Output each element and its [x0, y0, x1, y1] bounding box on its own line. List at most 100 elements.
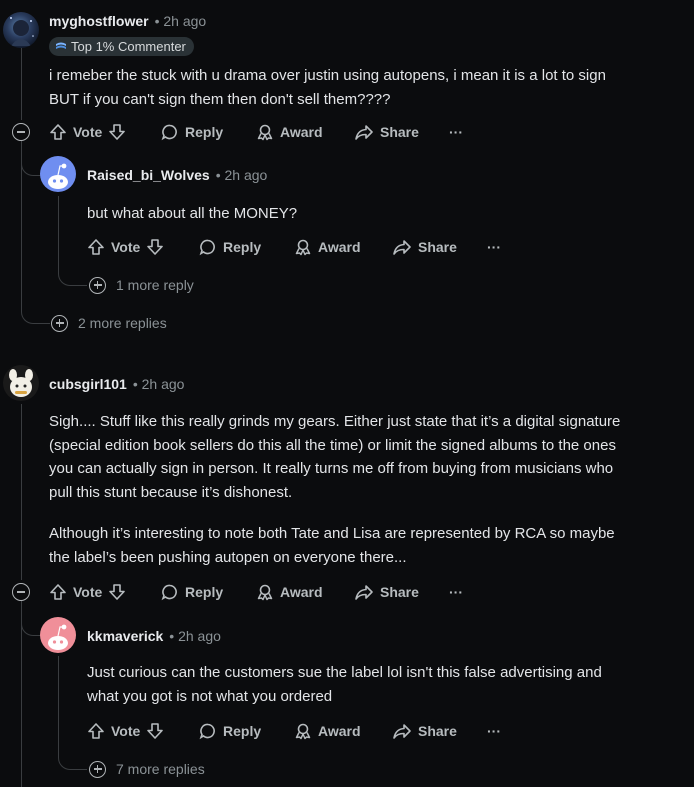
- reply-label: Reply: [185, 124, 224, 140]
- thread-line[interactable]: [21, 404, 22, 580]
- downvote-icon[interactable]: [146, 238, 164, 256]
- comment-line: but what about all the MONEY?: [87, 205, 298, 222]
- comment-actions: Vote Reply Award Share ···: [49, 580, 469, 604]
- more-replies-link[interactable]: 7 more replies: [89, 759, 205, 779]
- share-button[interactable]: Share: [392, 719, 457, 743]
- vote-label: Vote: [111, 239, 141, 255]
- more-options-button[interactable]: ···: [449, 580, 463, 604]
- comment-author[interactable]: myghostflower • 2h ago: [49, 13, 206, 29]
- upvote-icon[interactable]: [87, 722, 105, 740]
- vote-label: Vote: [111, 723, 141, 739]
- share-label: Share: [418, 239, 457, 255]
- expand-plus-icon: [89, 276, 106, 294]
- comment-author[interactable]: kkmaverick • 2h ago: [87, 628, 221, 644]
- more-replies-link[interactable]: 1 more reply: [89, 275, 194, 295]
- avatar[interactable]: [3, 12, 39, 48]
- comment-author[interactable]: cubsgirl101 • 2h ago: [49, 376, 184, 392]
- avatar-image: [9, 369, 33, 397]
- thread-connector: [21, 300, 50, 324]
- thread-connector: [58, 742, 87, 770]
- username[interactable]: myghostflower: [49, 13, 149, 29]
- thread-line[interactable]: [58, 656, 59, 754]
- thread-line[interactable]: [21, 48, 22, 120]
- award-button[interactable]: Award: [256, 120, 323, 144]
- snoo-avatar-icon: [48, 624, 68, 650]
- comment-line: you can actually sign in person. It real…: [49, 460, 614, 477]
- comment-line: Sigh.... Stuff like this really grinds m…: [49, 413, 621, 430]
- share-button[interactable]: Share: [354, 120, 419, 144]
- reply-button[interactable]: Reply: [199, 235, 261, 259]
- share-icon: [393, 724, 411, 739]
- comment-line: (special edition book sellers do this al…: [49, 436, 616, 454]
- upvote-icon[interactable]: [87, 238, 105, 256]
- username[interactable]: cubsgirl101: [49, 376, 127, 392]
- award-icon: [257, 584, 273, 601]
- more-options-icon: ···: [487, 723, 501, 739]
- avatar[interactable]: [40, 617, 76, 653]
- flair-label: Top 1% Commenter: [71, 39, 186, 54]
- award-button[interactable]: Award: [294, 719, 361, 743]
- reply-bubble-icon: [199, 723, 215, 740]
- upvote-icon[interactable]: [49, 583, 67, 601]
- reply-button[interactable]: Reply: [161, 120, 223, 144]
- vote-label: Vote: [73, 584, 103, 600]
- comment-line: i remeber the stuck with u drama over ju…: [49, 67, 606, 84]
- comment-author[interactable]: Raised_bi_Wolves • 2h ago: [87, 167, 267, 183]
- downvote-icon[interactable]: [108, 123, 126, 141]
- award-icon: [295, 723, 311, 740]
- avatar[interactable]: [40, 156, 76, 192]
- collapse-icon[interactable]: [12, 123, 30, 141]
- expand-plus-icon: [51, 314, 68, 332]
- thread-connector: [58, 258, 87, 286]
- avatar-image: [10, 17, 34, 46]
- thread-connector: [21, 600, 40, 636]
- comment-body: Sigh.... Stuff like this really grinds m…: [49, 410, 684, 569]
- award-button[interactable]: Award: [294, 235, 361, 259]
- comment-body: i remeber the stuck with u drama over ju…: [49, 64, 679, 111]
- username[interactable]: Raised_bi_Wolves: [87, 167, 210, 183]
- award-icon: [257, 124, 273, 141]
- more-options-button[interactable]: ···: [487, 719, 501, 743]
- share-button[interactable]: Share: [392, 235, 457, 259]
- avatar[interactable]: [3, 365, 39, 401]
- downvote-icon[interactable]: [108, 583, 126, 601]
- share-icon: [393, 240, 411, 255]
- comment-actions: Vote Reply Award Share ···: [87, 235, 507, 259]
- timestamp[interactable]: • 2h ago: [155, 13, 207, 29]
- more-replies-link[interactable]: 2 more replies: [51, 313, 167, 333]
- award-label: Award: [280, 584, 323, 600]
- comment-line: the label’s been pushing autopen on ever…: [49, 548, 407, 566]
- share-icon: [355, 585, 373, 600]
- more-replies-label: 1 more reply: [116, 277, 194, 293]
- username[interactable]: kkmaverick: [87, 628, 163, 644]
- reply-bubble-icon: [199, 239, 215, 256]
- timestamp[interactable]: • 2h ago: [216, 167, 268, 183]
- award-label: Award: [318, 239, 361, 255]
- comment-actions: Vote Reply Award Share ···: [49, 120, 469, 144]
- timestamp[interactable]: • 2h ago: [169, 628, 221, 644]
- share-label: Share: [380, 124, 419, 140]
- reply-button[interactable]: Reply: [199, 719, 261, 743]
- award-label: Award: [280, 124, 323, 140]
- share-icon: [355, 125, 373, 140]
- more-replies-label: 7 more replies: [116, 761, 205, 777]
- share-button[interactable]: Share: [354, 580, 419, 604]
- reply-label: Reply: [185, 584, 224, 600]
- share-label: Share: [418, 723, 457, 739]
- flair-icon: [56, 42, 66, 49]
- reply-label: Reply: [223, 723, 262, 739]
- upvote-icon[interactable]: [49, 123, 67, 141]
- comment-line: BUT if you can't sign them then don't se…: [49, 90, 391, 108]
- timestamp[interactable]: • 2h ago: [133, 376, 185, 392]
- collapse-icon[interactable]: [12, 583, 30, 601]
- reply-bubble-icon: [161, 124, 177, 141]
- vote-label: Vote: [73, 124, 103, 140]
- user-flair: Top 1% Commenter: [49, 37, 194, 56]
- award-icon: [295, 239, 311, 256]
- downvote-icon[interactable]: [146, 722, 164, 740]
- award-button[interactable]: Award: [256, 580, 323, 604]
- snoo-avatar-icon: [48, 163, 68, 189]
- reply-button[interactable]: Reply: [161, 580, 223, 604]
- more-options-button[interactable]: ···: [487, 235, 501, 259]
- more-options-button[interactable]: ···: [449, 120, 463, 144]
